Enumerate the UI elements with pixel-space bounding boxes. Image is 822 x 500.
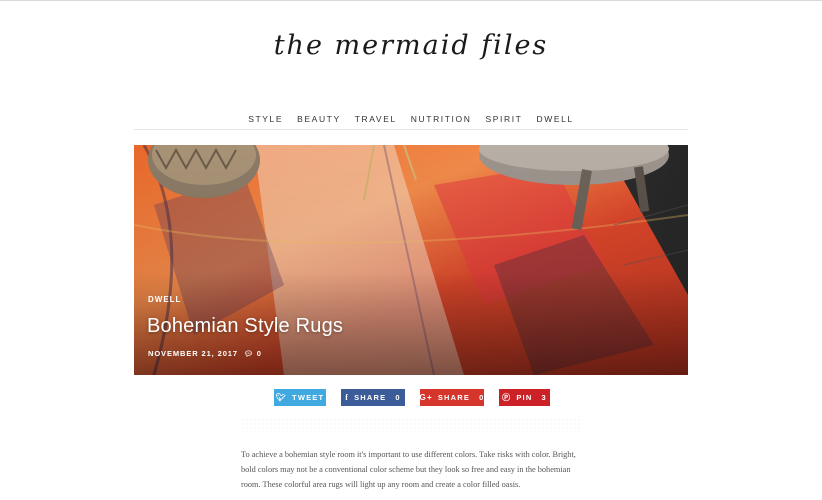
google-plus-icon: G+	[419, 393, 433, 402]
nav-divider	[134, 129, 688, 130]
pinterest-count: 3	[541, 393, 547, 402]
main-nav: STYLE BEAUTY TRAVEL NUTRITION SPIRIT DWE…	[134, 113, 688, 129]
tweet-label: TWEET	[292, 393, 325, 402]
nav-item-beauty[interactable]: BEAUTY	[290, 113, 348, 129]
post-date: NOVEMBER 21, 2017	[148, 349, 238, 358]
nav-item-style[interactable]: STYLE	[241, 113, 290, 129]
pinterest-icon: Ⓟ	[502, 393, 512, 402]
share-buttons: 🐦︎ TWEET f SHARE 0 G+ SHARE 0 Ⓟ PIN 3	[274, 389, 550, 406]
site-logo[interactable]: the mermaid files	[0, 30, 822, 61]
post-meta: NOVEMBER 21, 2017 💬︎ 0	[148, 349, 262, 358]
facebook-share-count: 0	[395, 393, 401, 402]
post-category[interactable]: DWELL	[148, 295, 181, 304]
article-body: To achieve a bohemian style room it's im…	[241, 447, 581, 492]
comment-count[interactable]: 💬︎ 0	[244, 349, 262, 358]
article-line: To achieve a bohemian style room it's im…	[241, 450, 576, 459]
googleplus-share-button[interactable]: G+ SHARE 0	[420, 389, 484, 406]
facebook-share-button[interactable]: f SHARE 0	[341, 389, 405, 406]
article-line: bold colors may not be a conventional co…	[241, 465, 571, 474]
tweet-button[interactable]: 🐦︎ TWEET	[274, 389, 326, 406]
googleplus-share-label: SHARE	[437, 393, 471, 402]
speech-bubble-icon: 💬︎	[243, 351, 254, 358]
nav-item-spirit[interactable]: SPIRIT	[478, 113, 529, 129]
nav-item-travel[interactable]: TRAVEL	[348, 113, 404, 129]
comment-count-value: 0	[256, 349, 262, 358]
facebook-icon: f	[345, 393, 350, 402]
dotted-divider	[241, 418, 581, 432]
nav-item-dwell[interactable]: DWELL	[529, 113, 580, 129]
twitter-icon: 🐦︎	[275, 393, 288, 402]
top-border	[0, 0, 822, 1]
facebook-share-label: SHARE	[354, 393, 387, 402]
googleplus-share-count: 0	[479, 393, 485, 402]
post-title[interactable]: Bohemian Style Rugs	[147, 315, 343, 338]
featured-post[interactable]: DWELL Bohemian Style Rugs NOVEMBER 21, 2…	[134, 145, 688, 375]
hero-image	[134, 145, 688, 375]
nav-item-nutrition[interactable]: NUTRITION	[404, 113, 479, 129]
article-line: room. These colorful area rugs will ligh…	[241, 480, 521, 489]
pinterest-pin-button[interactable]: Ⓟ PIN 3	[499, 389, 550, 406]
pinterest-label: PIN	[516, 393, 533, 402]
